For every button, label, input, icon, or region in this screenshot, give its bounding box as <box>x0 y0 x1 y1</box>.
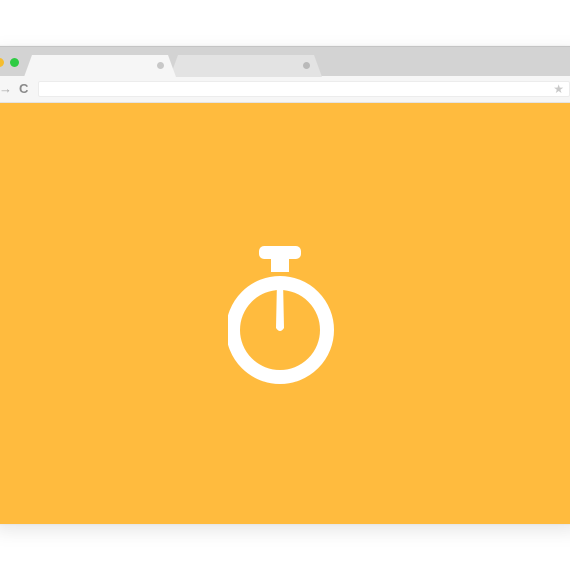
page-content <box>0 103 570 524</box>
zoom-button[interactable] <box>10 58 19 67</box>
reload-icon[interactable]: C <box>19 80 28 98</box>
bookmark-star-icon[interactable]: ★ <box>553 82 564 96</box>
stopwatch-icon <box>228 246 334 384</box>
title-bar <box>0 46 570 77</box>
tab-inactive[interactable] <box>170 55 322 77</box>
tab-active[interactable] <box>24 55 176 77</box>
forward-arrow-icon[interactable]: → <box>0 80 12 98</box>
browser-toolbar: → C ★ <box>0 76 570 103</box>
tab-close-icon[interactable] <box>303 62 310 69</box>
screenshot-stage: → C ★ <box>0 0 570 570</box>
address-bar[interactable]: ★ <box>38 81 570 97</box>
browser-window: → C ★ <box>0 46 570 524</box>
stopwatch-hand <box>276 281 284 331</box>
stopwatch-stem <box>271 256 289 272</box>
minimize-button[interactable] <box>0 58 4 67</box>
tab-close-icon[interactable] <box>157 62 164 69</box>
